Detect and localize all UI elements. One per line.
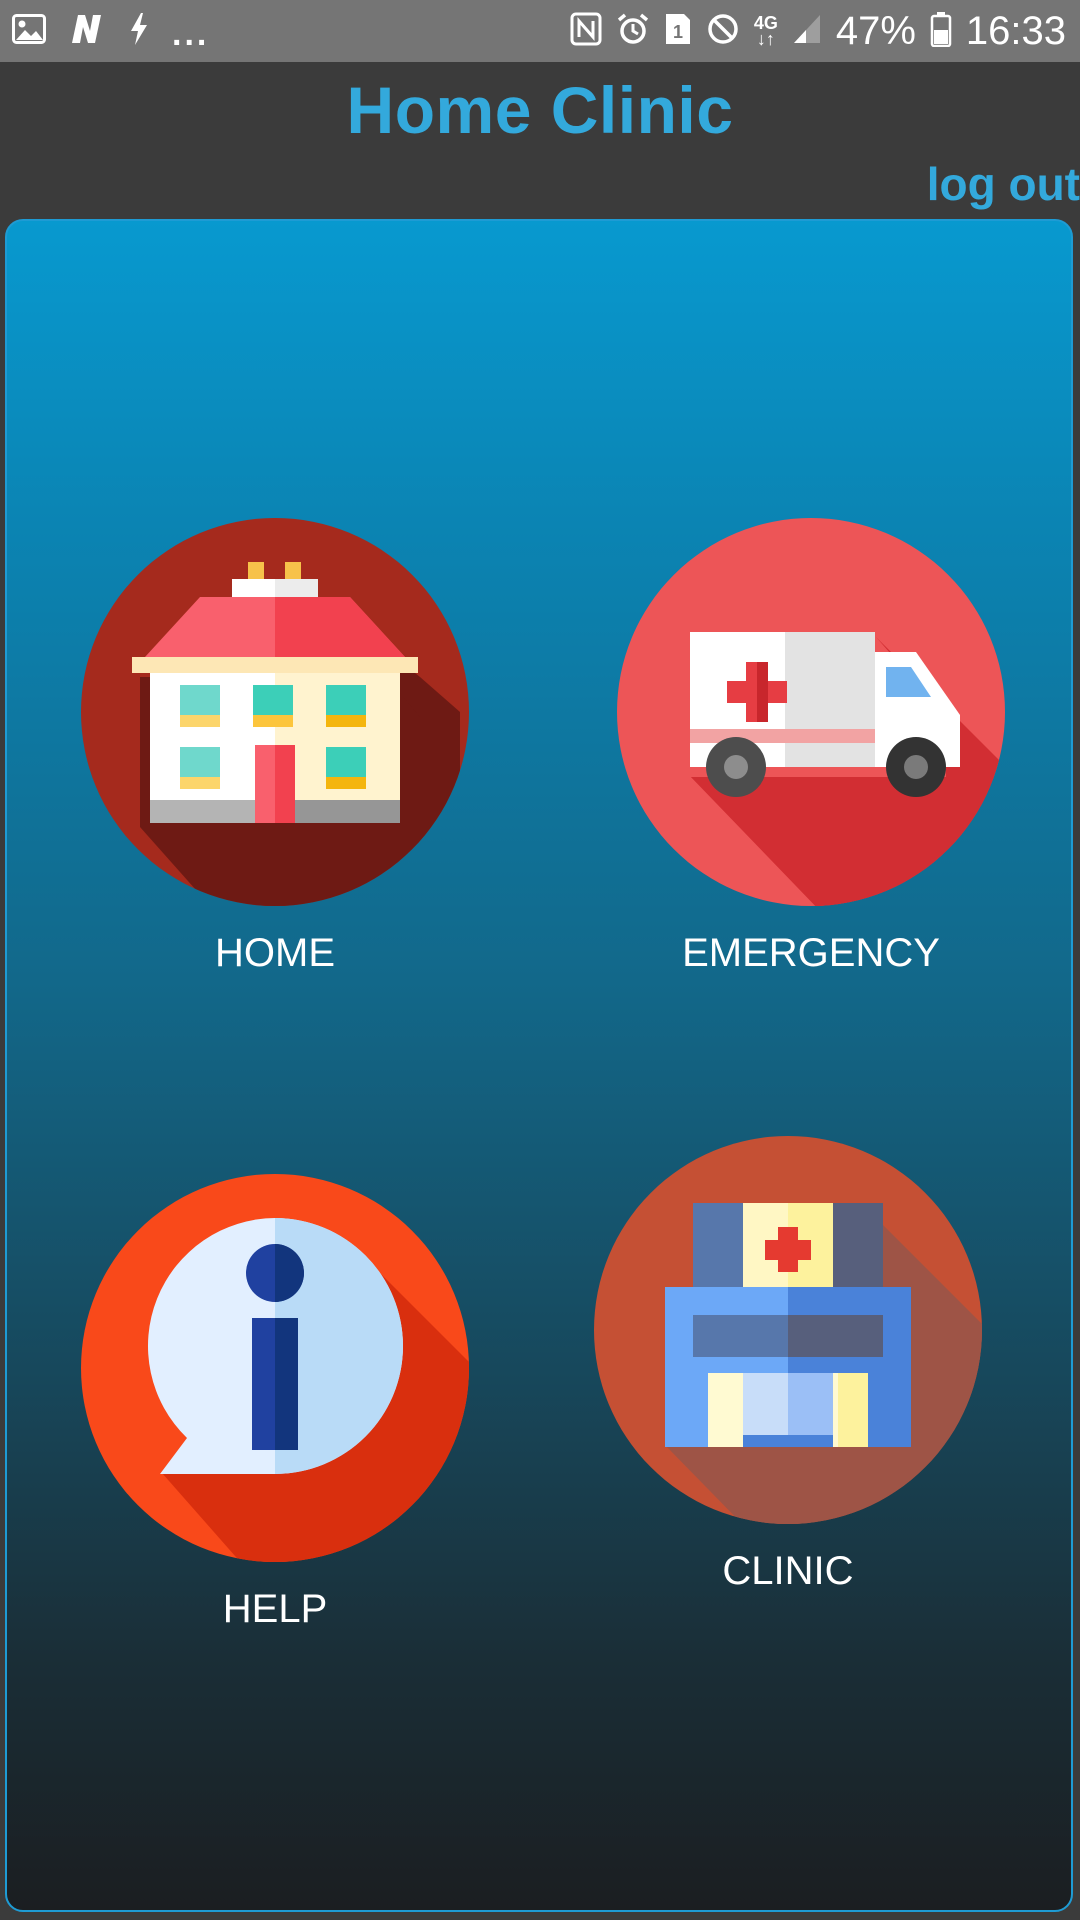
page-title: Home Clinic — [346, 73, 734, 147]
nfc-icon — [570, 12, 602, 51]
info-bubble-icon — [81, 1174, 469, 1562]
status-bar: ... 1 4G ↓↑ 47% 16:33 — [0, 0, 1080, 62]
alarm-icon — [616, 12, 650, 51]
help-label[interactable]: HELP — [25, 1587, 525, 1632]
gallery-icon — [12, 13, 46, 49]
emergency-tile[interactable] — [616, 517, 1006, 907]
ambulance-icon — [617, 518, 1005, 906]
status-bar-right: 1 4G ↓↑ 47% 16:33 — [570, 8, 1066, 54]
network-4g-icon: 4G ↓↑ — [754, 14, 778, 49]
home-label[interactable]: HOME — [25, 931, 525, 976]
home-tile[interactable] — [80, 517, 470, 907]
clinic-label[interactable]: CLINIC — [538, 1549, 1038, 1594]
blocked-icon — [706, 12, 740, 51]
data-arrows: ↓↑ — [756, 29, 775, 49]
n-app-icon — [68, 13, 106, 50]
emergency-label[interactable]: EMERGENCY — [561, 931, 1061, 976]
battery-icon — [930, 11, 952, 52]
logout-link[interactable]: log out — [927, 157, 1080, 211]
menu-panel: HOME EMERGENCY HELP CLINIC — [5, 219, 1073, 1912]
help-tile[interactable] — [80, 1173, 470, 1563]
sim-number: 1 — [673, 22, 683, 42]
clock-time: 16:33 — [965, 8, 1066, 53]
signal-icon — [792, 13, 822, 50]
battery-percent: 47% — [835, 8, 916, 53]
overflow-dots: ... — [172, 14, 210, 53]
flash-icon — [128, 12, 150, 51]
sim1-icon: 1 — [664, 12, 692, 51]
clinic-tile[interactable] — [593, 1135, 983, 1525]
hospital-icon — [594, 1136, 982, 1524]
house-icon — [81, 518, 469, 906]
status-bar-left: ... — [12, 10, 210, 53]
